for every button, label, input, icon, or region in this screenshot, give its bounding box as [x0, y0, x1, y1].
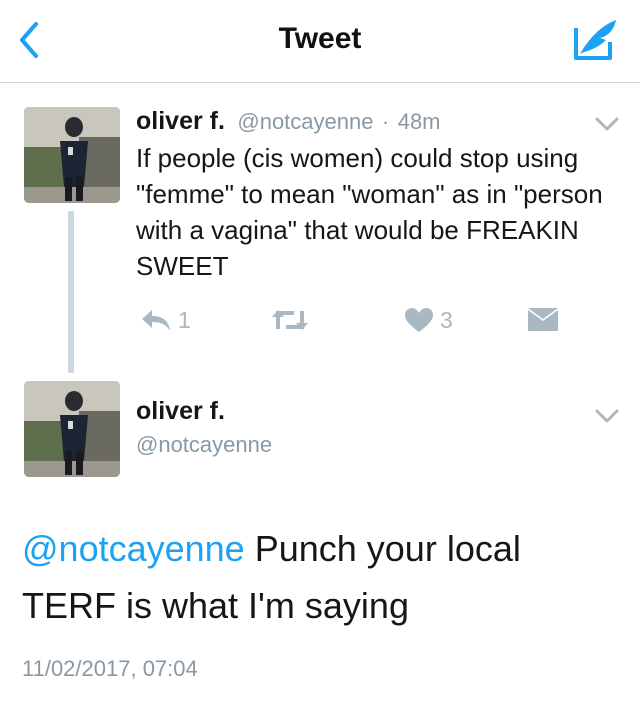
avatar[interactable]	[24, 381, 120, 477]
author-name[interactable]: oliver f.	[136, 107, 225, 135]
author-handle[interactable]: @notcayenne	[237, 109, 373, 134]
retweet-icon	[272, 310, 308, 330]
tweet-time: 48m	[397, 109, 441, 134]
author-handle[interactable]: @notcayenne	[136, 432, 272, 458]
chevron-down-icon	[595, 409, 619, 423]
tweet-text: @notcayenne Punch your local TERF is wha…	[22, 520, 622, 634]
retweet-button[interactable]	[270, 303, 310, 337]
tweet-text: If people (cis women) could stop using "…	[136, 143, 603, 281]
like-count: 3	[440, 306, 453, 333]
tweet-timestamp: 11/02/2017, 07:04	[22, 656, 198, 681]
avatar-photo	[24, 107, 120, 203]
envelope-icon	[528, 308, 558, 331]
tweet-menu-button[interactable]	[594, 115, 620, 133]
nav-bar: Tweet	[0, 0, 640, 83]
direct-message-button[interactable]	[527, 303, 559, 337]
like-button[interactable]: 3	[404, 303, 453, 337]
page-title: Tweet	[278, 22, 362, 55]
avatar-photo	[24, 381, 120, 477]
avatar[interactable]	[24, 107, 120, 203]
dot-separator: ·	[381, 109, 390, 134]
chevron-down-icon	[595, 117, 619, 131]
compose-button[interactable]	[570, 16, 620, 64]
reply-icon	[142, 310, 170, 331]
tweet-menu-button[interactable]	[594, 407, 620, 425]
mention-link[interactable]: @notcayenne	[22, 528, 245, 569]
heart-icon	[405, 308, 433, 332]
reply-button[interactable]: 1	[140, 303, 191, 337]
author-name[interactable]: oliver f.	[136, 397, 225, 426]
compose-feather-icon	[574, 20, 616, 60]
reply-count: 1	[178, 306, 191, 333]
tweet-header: oliver f. @notcayenne · 48m	[136, 107, 441, 136]
thread-connector	[68, 211, 74, 373]
